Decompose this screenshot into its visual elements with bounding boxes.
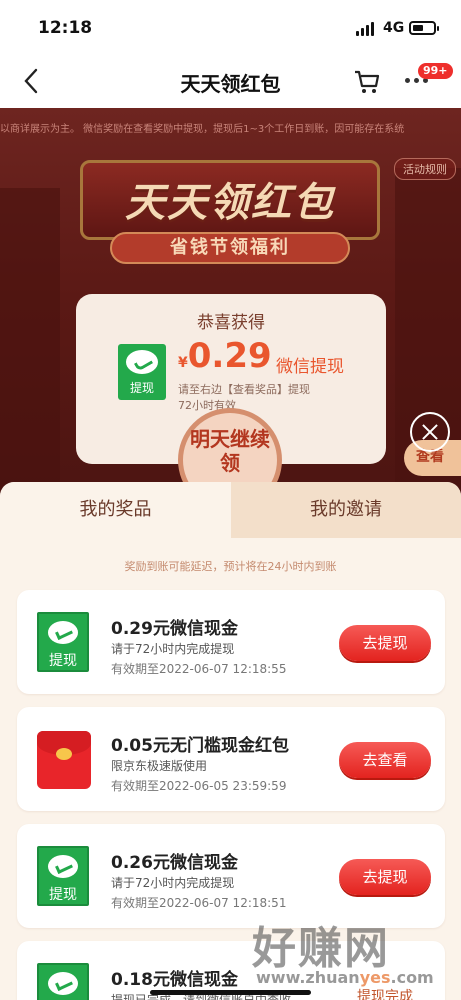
close-icon[interactable] bbox=[410, 412, 450, 452]
prize-amount: ¥0.29 bbox=[178, 336, 272, 376]
sheet-tabs: 我的邀请 我的奖品 bbox=[0, 482, 461, 538]
view-button[interactable]: 去查看 bbox=[339, 742, 431, 778]
watermark-url: www.zhuanyes.com bbox=[256, 968, 434, 987]
watermark-url-part: yes bbox=[359, 968, 391, 987]
wechat-withdraw-icon: 提现 bbox=[37, 612, 89, 672]
wechat-withdraw-icon: 提现 bbox=[37, 963, 89, 1000]
wechat-withdraw-icon: 提现 bbox=[118, 344, 166, 400]
item-title: 0.18元微信现金 bbox=[111, 970, 238, 990]
prize-value: 0.29 bbox=[187, 336, 272, 376]
battery-icon bbox=[409, 21, 439, 35]
item-expiry: 有效期至2022-06-07 12:18:51 bbox=[111, 896, 287, 910]
page-title: 天天领红包 bbox=[180, 72, 281, 96]
decor-pillar bbox=[0, 188, 60, 528]
signal-icon bbox=[356, 22, 374, 36]
prize-header: 恭喜获得 bbox=[197, 313, 265, 333]
item-subtitle: 限京东极速版使用 bbox=[111, 759, 208, 773]
prize-item: 0.05元无门槛现金红包 限京东极速版使用 有效期至2022-06-05 23:… bbox=[17, 707, 445, 811]
rules-button[interactable]: 活动规则 bbox=[394, 158, 456, 180]
status-time: 12:18 bbox=[38, 18, 93, 38]
icon-label: 提现 bbox=[129, 381, 154, 395]
wechat-withdraw-icon: 提现 bbox=[37, 846, 89, 906]
icon-label: 提现 bbox=[49, 887, 77, 903]
item-title: 0.26元微信现金 bbox=[111, 853, 238, 873]
currency-symbol: ¥ bbox=[178, 355, 188, 371]
icon-label: 提现 bbox=[49, 653, 77, 669]
item-title: 0.05元无门槛现金红包 bbox=[111, 736, 289, 756]
tab-my-prizes[interactable]: 我的奖品 bbox=[0, 482, 231, 538]
status-bar: 12:18 4G bbox=[0, 0, 461, 54]
item-title: 0.29元微信现金 bbox=[111, 619, 238, 639]
banner-subtitle: 省钱节领福利 bbox=[110, 232, 350, 264]
prize-item: 提现 0.29元微信现金 请于72小时内完成提现 有效期至2022-06-07 … bbox=[17, 590, 445, 694]
prize-hint-line: 请至右边【查看奖品】提现 bbox=[178, 383, 310, 396]
banner-title: 天天领红包 bbox=[125, 180, 335, 226]
notification-badge: 99+ bbox=[418, 63, 453, 79]
watermark-url-part: .com bbox=[390, 968, 434, 987]
item-expiry: 有效期至2022-06-07 12:18:55 bbox=[111, 662, 287, 676]
tab-my-invites[interactable]: 我的邀请 bbox=[231, 482, 461, 538]
marquee-text: 以商详展示为主。 微信奖励在查看奖励中提现，提现后1~3个工作日到账，因可能存在… bbox=[0, 124, 405, 135]
prize-type: 微信提现 bbox=[276, 357, 344, 377]
red-envelope-icon bbox=[37, 731, 91, 789]
item-subtitle: 请于72小时内完成提现 bbox=[111, 876, 235, 890]
watermark-url-part: www.zhuan bbox=[256, 968, 360, 987]
promo-banner: 以商详展示为主。 微信奖励在查看奖励中提现，提现后1~3个工作日到账，因可能存在… bbox=[0, 108, 461, 528]
delay-notice: 奖励到账可能延迟，预计将在24小时内到账 bbox=[124, 560, 337, 573]
item-subtitle: 请于72小时内完成提现 bbox=[111, 642, 235, 656]
withdraw-complete-status: 提现完成 bbox=[357, 989, 413, 1000]
withdraw-button[interactable]: 去提现 bbox=[339, 859, 431, 895]
watermark-logo: 好赚网 bbox=[252, 923, 390, 974]
network-type: 4G bbox=[383, 20, 405, 36]
prizes-sheet: 我的邀请 我的奖品 奖励到账可能延迟，预计将在24小时内到账 提现 0.29元微… bbox=[0, 482, 461, 1000]
item-expiry: 有效期至2022-06-05 23:59:59 bbox=[111, 779, 287, 793]
cart-icon[interactable] bbox=[353, 68, 381, 96]
nav-bar: 天天领红包 99+ bbox=[0, 54, 461, 108]
withdraw-button[interactable]: 去提现 bbox=[339, 625, 431, 661]
home-indicator bbox=[150, 990, 311, 995]
